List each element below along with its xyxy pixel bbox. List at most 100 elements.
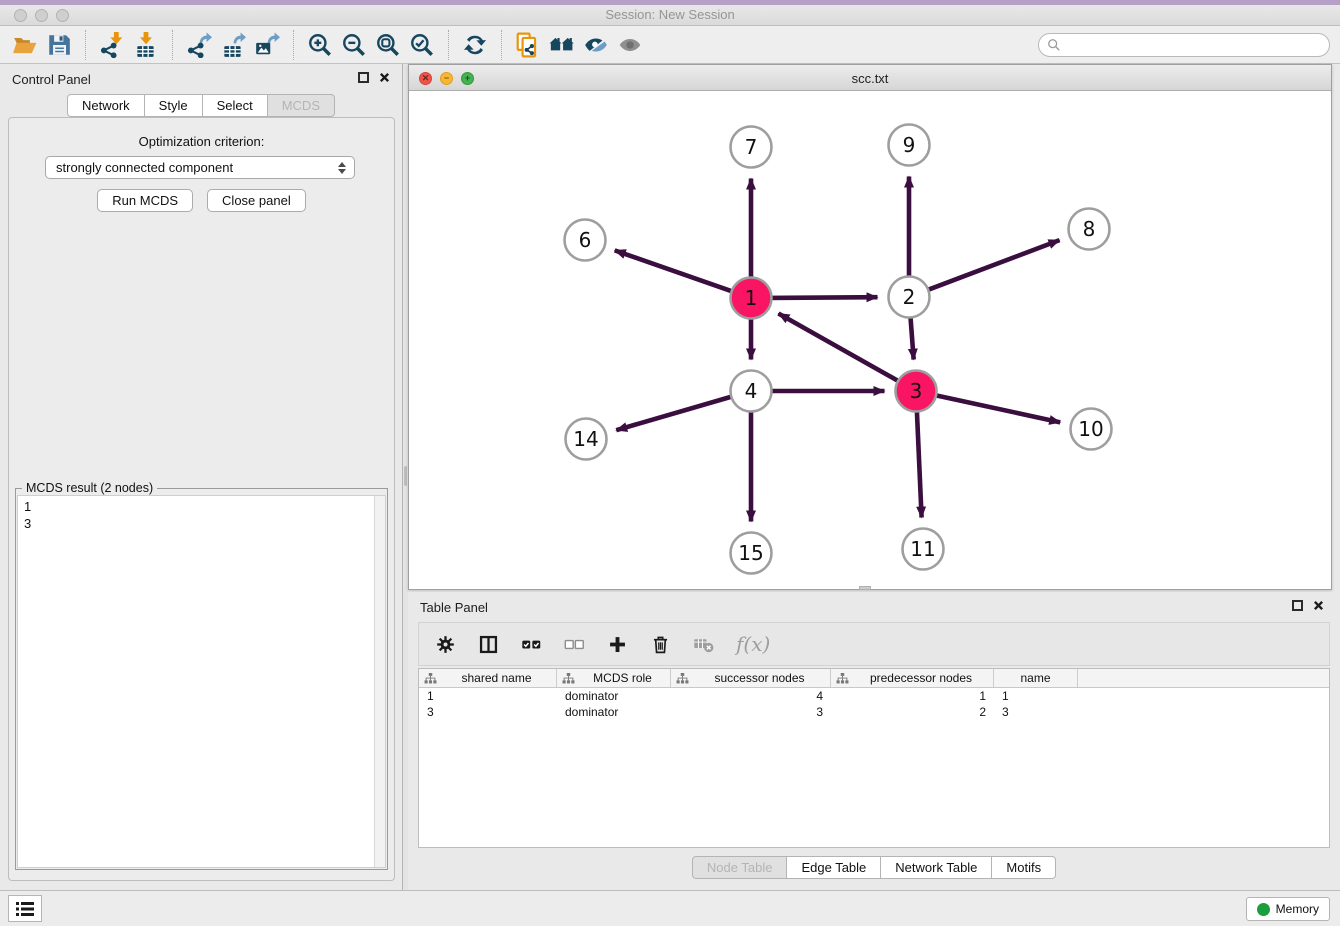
column-header-MCDS-role[interactable]: MCDS role [557,669,671,687]
save-session-button[interactable] [42,29,76,61]
graph-edge-2-3[interactable] [910,314,913,359]
cell-name[interactable]: 3 [994,704,1078,720]
column-type-icon [562,673,575,684]
open-file-button[interactable] [8,29,42,61]
graph-edge-3-10[interactable] [933,395,1060,423]
zoom-out-button[interactable] [337,29,371,61]
graph-node-label: 14 [573,427,598,451]
tab-edge-table[interactable]: Edge Table [787,856,881,879]
run-mcds-button[interactable]: Run MCDS [97,189,193,212]
graph-node-9[interactable]: 9 [889,125,930,166]
cell-predecessor-nodes[interactable]: 1 [831,688,994,704]
column-header-predecessor-nodes[interactable]: predecessor nodes [831,669,994,687]
tab-select[interactable]: Select [203,94,268,117]
import-table-button[interactable] [129,29,163,61]
graph-node-8[interactable]: 8 [1069,209,1110,250]
column-layout-button[interactable] [478,634,499,655]
float-table-panel-icon[interactable] [1292,600,1303,611]
network-resize-handle[interactable] [859,586,871,590]
hide-graphics-details-button[interactable] [579,29,613,61]
formula-icon: f(x) [736,632,770,656]
float-panel-icon[interactable] [358,72,369,83]
column-header-name[interactable]: name [994,669,1078,687]
tab-style[interactable]: Style [145,94,203,117]
search-input[interactable] [1061,38,1329,52]
apply-layout-button[interactable] [458,29,492,61]
select-all-columns-button[interactable] [521,634,542,655]
cell-name[interactable]: 1 [994,688,1078,704]
close-panel-icon[interactable] [379,72,390,83]
optimization-criterion-select[interactable]: strongly connected component [45,156,355,179]
result-scrollbar[interactable] [374,496,385,867]
memory-label: Memory [1276,902,1319,916]
network-window-titlebar[interactable]: ✕ − + scc.txt [409,65,1331,91]
graph-edge-1-6[interactable] [615,250,735,292]
import-table-icon [133,32,159,58]
close-table-panel-icon[interactable] [1313,600,1324,611]
export-table-button[interactable] [216,29,250,61]
graph-edge-2-8[interactable] [925,240,1059,291]
column-layout-icon [478,634,499,655]
zoom-selected-button[interactable] [405,29,439,61]
network-overview-button[interactable] [545,29,579,61]
show-graphics-details-icon [617,32,643,58]
graph-node-14[interactable]: 14 [566,419,607,460]
graph-node-4[interactable]: 4 [731,371,772,412]
graph-edge-4-14[interactable] [616,396,734,430]
tab-node-table[interactable]: Node Table [692,856,788,879]
graph-node-1[interactable]: 1 [731,278,772,319]
network-canvas[interactable]: 7 9 6 8 1 2 4 3 14 10 15 11 [409,91,1331,589]
memory-button[interactable]: Memory [1246,897,1330,921]
graph-node-15[interactable]: 15 [731,533,772,574]
delete-columns-icon [650,634,671,655]
table-row-1[interactable]: 1dominator411 [419,688,1329,704]
tab-network[interactable]: Network [67,94,145,117]
graph-node-3[interactable]: 3 [896,371,937,412]
tab-motifs[interactable]: Motifs [992,856,1056,879]
delete-columns-button[interactable] [650,634,671,655]
graph-node-2[interactable]: 2 [889,277,930,318]
cell-successor-nodes[interactable]: 4 [671,688,831,704]
cell-MCDS-role[interactable]: dominator [557,688,671,704]
column-header-successor-nodes[interactable]: successor nodes [671,669,831,687]
cell-predecessor-nodes[interactable]: 2 [831,704,994,720]
tab-network-table[interactable]: Network Table [881,856,992,879]
graph-node-6[interactable]: 6 [565,220,606,261]
clone-network-button[interactable] [511,29,545,61]
import-network-button[interactable] [95,29,129,61]
show-graphics-details-button[interactable] [613,29,647,61]
cell-successor-nodes[interactable]: 3 [671,704,831,720]
cell-shared-name[interactable]: 3 [419,704,557,720]
column-type-icon [836,673,849,684]
graph-node-7[interactable]: 7 [731,127,772,168]
cell-MCDS-role[interactable]: dominator [557,704,671,720]
table-row-2[interactable]: 3dominator323 [419,704,1329,720]
zoom-in-button[interactable] [303,29,337,61]
clone-network-icon [515,32,541,58]
export-network-button[interactable] [182,29,216,61]
splitter-grip[interactable] [404,466,407,486]
zoom-selected-icon [409,32,435,58]
network-view-window: ✕ − + scc.txt 7 9 6 8 1 2 4 3 14 10 15 11 [408,64,1332,590]
graph-edge-3-11[interactable] [917,408,922,517]
zoom-fit-button[interactable] [371,29,405,61]
mcds-result-area[interactable]: 1 3 [17,495,386,868]
search-box[interactable] [1038,33,1330,57]
column-header-shared-name[interactable]: shared name [419,669,557,687]
export-image-button[interactable] [250,29,284,61]
toolbar-separator [293,30,294,60]
show-panels-button[interactable] [8,895,42,922]
attribute-settings-button[interactable] [435,634,456,655]
cell-shared-name[interactable]: 1 [419,688,557,704]
graph-edge-1-2[interactable] [768,297,877,298]
column-label: shared name [437,671,556,685]
close-panel-button[interactable]: Close panel [207,189,306,212]
graph-node-10[interactable]: 10 [1071,409,1112,450]
graph-node-11[interactable]: 11 [903,529,944,570]
unselect-all-columns-button[interactable] [564,634,585,655]
tab-mcds[interactable]: MCDS [268,94,335,117]
graph-node-label: 6 [579,228,592,252]
graph-edge-3-1[interactable] [778,313,900,382]
column-label: name [994,671,1077,685]
create-column-button[interactable] [607,634,628,655]
